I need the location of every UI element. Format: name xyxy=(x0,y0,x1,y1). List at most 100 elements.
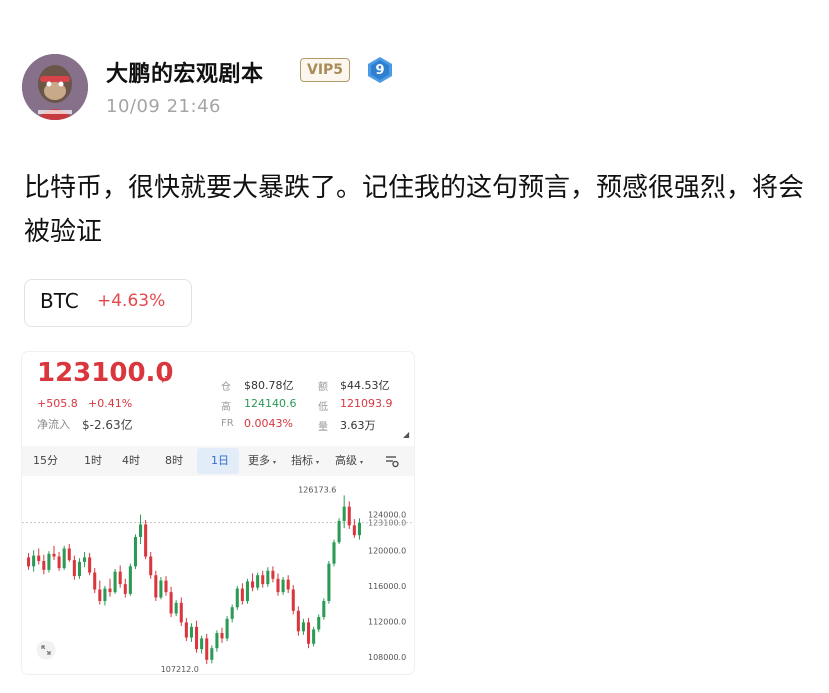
post-text: 比特币，很快就要大暴跌了。记住我的这句预言，预感很强烈，将会被验证 xyxy=(24,173,805,247)
tab-1h[interactable]: 1时 xyxy=(84,452,102,468)
candle-body xyxy=(98,589,102,602)
y-tick-label: 108000.0 xyxy=(368,653,406,662)
candle-body xyxy=(32,555,36,567)
stat-value: 0.0043% xyxy=(244,417,293,430)
candle-body xyxy=(77,561,81,577)
candle-body xyxy=(169,592,173,614)
candle-body xyxy=(322,601,326,618)
candle-body xyxy=(220,633,224,639)
candle-body xyxy=(72,560,76,577)
low-price-annotation: 107212.0 xyxy=(161,665,199,674)
candle-body xyxy=(210,648,214,660)
tab-4h[interactable]: 4时 xyxy=(122,452,140,468)
post-timestamp: 10/09 21:46 xyxy=(106,96,221,117)
candle-body xyxy=(57,556,61,569)
candle-body xyxy=(296,610,300,632)
candle-body xyxy=(225,618,229,639)
last-price: 123100.0 xyxy=(37,358,174,388)
candle-body xyxy=(67,548,71,561)
candle-body xyxy=(123,584,127,594)
candle-body xyxy=(144,524,148,557)
stat-label: 仓 xyxy=(221,382,231,393)
username[interactable]: 大鹏的宏观剧本 xyxy=(106,56,264,88)
candle-body xyxy=(37,555,41,561)
stat-label: 低 xyxy=(318,402,328,413)
candle-body xyxy=(47,553,51,570)
candle-body xyxy=(271,570,275,579)
candle-body xyxy=(352,525,356,536)
candle-body xyxy=(195,626,199,650)
candle-body xyxy=(113,571,117,593)
candle-body xyxy=(301,622,305,632)
stat-value: 3.63万 xyxy=(340,419,376,432)
candle-body xyxy=(276,578,280,593)
candle-body xyxy=(154,575,158,598)
candle-body xyxy=(103,588,107,602)
candle-body xyxy=(337,520,341,543)
stat-label: 额 xyxy=(318,382,328,393)
tab-1d[interactable]: 1日 xyxy=(211,452,229,468)
candle-body xyxy=(164,580,168,593)
candle-body xyxy=(235,588,239,608)
candle-body xyxy=(347,506,351,526)
tab-more[interactable]: 更多 xyxy=(248,452,270,468)
stat-label: 高 xyxy=(221,402,231,413)
change-percent: +0.41% xyxy=(88,397,133,410)
tab-advanced[interactable]: 高级 xyxy=(335,452,357,468)
tab-indicators[interactable]: 指标 xyxy=(291,452,313,468)
candle-body xyxy=(83,557,87,562)
price-chart[interactable]: 124000.0123100.0120000.0116000.0112000.0… xyxy=(22,480,414,674)
avatar[interactable] xyxy=(22,54,88,120)
net-inflow-value: $-2.63亿 xyxy=(82,418,133,432)
candle-body xyxy=(139,524,143,537)
candle-body xyxy=(317,617,321,630)
high-price-annotation: 126173.6 xyxy=(298,485,336,494)
stat-value: 124140.6 xyxy=(244,397,297,410)
candle-body xyxy=(62,548,66,569)
candle-body xyxy=(215,633,219,649)
fullscreen-icon[interactable] xyxy=(36,640,56,660)
advanced-caret-icon: ▾ xyxy=(360,459,364,466)
ticker-change[interactable]: +4.63% xyxy=(97,291,165,311)
y-tick-label: 120000.0 xyxy=(368,546,406,555)
chart-settings-icon[interactable] xyxy=(384,453,400,469)
candle-body xyxy=(189,626,193,638)
candle-body xyxy=(281,579,285,593)
candle-body xyxy=(93,572,97,590)
candle-body xyxy=(179,602,183,623)
stat-label: FR xyxy=(221,418,234,429)
candle-body xyxy=(286,579,290,590)
stat-value: $80.78亿 xyxy=(244,379,294,392)
y-tick-label: 123100.0 xyxy=(368,519,406,528)
candle-body xyxy=(52,553,56,557)
candle-body xyxy=(133,536,137,567)
candle-body xyxy=(128,566,132,594)
y-tick-label: 112000.0 xyxy=(368,618,406,627)
candle-body xyxy=(266,570,270,585)
level-number: 9 xyxy=(375,63,385,78)
candle-body xyxy=(42,560,46,570)
candle-body xyxy=(251,581,255,588)
change-absolute: +505.8 xyxy=(37,397,78,410)
candle-body xyxy=(245,581,249,602)
candle-body xyxy=(200,638,204,650)
ticker-symbol[interactable]: BTC xyxy=(40,289,79,313)
candle-body xyxy=(108,588,112,593)
stat-value: $44.53亿 xyxy=(340,379,390,392)
y-tick-label: 116000.0 xyxy=(368,582,406,591)
candle-body xyxy=(230,607,234,619)
candle-body xyxy=(307,622,311,644)
candle-body xyxy=(149,556,153,576)
candle-body xyxy=(118,571,122,585)
trend-arrow-icon: ↗ xyxy=(160,372,171,386)
net-inflow-label: 净流入 xyxy=(37,418,70,431)
candle-body xyxy=(205,638,209,660)
tab-8h[interactable]: 8时 xyxy=(165,452,183,468)
expand-corner-icon[interactable]: ◢ xyxy=(403,430,409,439)
tab-15m[interactable]: 15分 xyxy=(33,452,58,468)
candle-body xyxy=(342,506,346,521)
candle-body xyxy=(88,557,92,573)
candle-body xyxy=(312,629,316,644)
more-caret-icon: ▾ xyxy=(273,459,277,466)
indicators-caret-icon: ▾ xyxy=(316,459,320,466)
